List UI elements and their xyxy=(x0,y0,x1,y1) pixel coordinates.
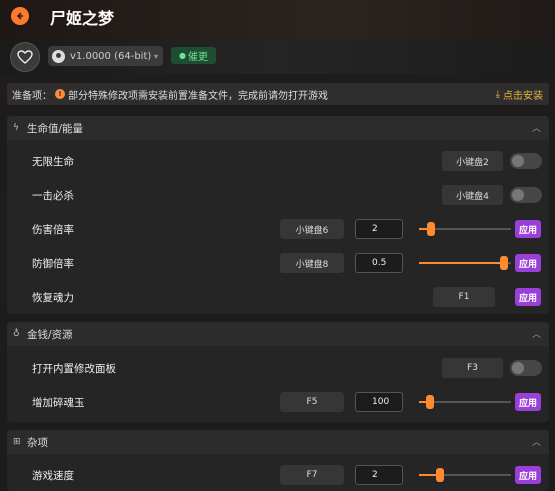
version-select[interactable]: v1.0000 (64-bit) ▾ xyxy=(48,46,163,66)
warning-icon: ! xyxy=(55,89,65,99)
section-header-health[interactable]: ϟ 生命值/能量 ︿ xyxy=(7,116,549,140)
update-request-button[interactable]: ● 催更 xyxy=(171,47,216,64)
apply-button[interactable]: 应用 xyxy=(515,466,541,484)
row-one-hit-kill: 一击必杀 小键盘4 xyxy=(7,179,549,212)
install-link[interactable]: ⤓ 点击安装 xyxy=(496,87,543,102)
hotkey-button[interactable]: 小键盘8 xyxy=(280,253,344,273)
toggle-knob xyxy=(512,189,524,201)
hotkey-button[interactable]: 小键盘4 xyxy=(442,185,503,205)
hotkey-button[interactable]: 小键盘6 xyxy=(280,219,344,239)
value-slider[interactable] xyxy=(419,222,511,236)
steam-icon xyxy=(52,49,65,63)
hotkey-button[interactable]: F7 xyxy=(280,465,344,485)
value-slider[interactable] xyxy=(419,256,511,270)
slider-thumb[interactable] xyxy=(500,256,508,270)
slider-thumb[interactable] xyxy=(427,222,435,236)
section-header-money[interactable]: ♁ 金钱/资源 ︿ xyxy=(7,322,549,346)
section-title: 生命值/能量 xyxy=(27,122,84,135)
slider-fill xyxy=(419,262,504,264)
value-slider[interactable] xyxy=(419,468,511,482)
apply-button[interactable]: 应用 xyxy=(515,288,541,306)
hotkey-button[interactable]: 小键盘2 xyxy=(442,151,503,171)
row-open-panel: 打开内置修改面板 F3 xyxy=(7,352,549,385)
row-label: 一击必杀 xyxy=(32,190,74,202)
apply-button[interactable]: 应用 xyxy=(515,220,541,238)
row-label: 打开内置修改面板 xyxy=(32,363,116,375)
favorite-button[interactable] xyxy=(10,42,40,72)
slider-thumb[interactable] xyxy=(436,468,444,482)
back-arrow-icon xyxy=(16,12,23,20)
row-label: 增加碎魂玉 xyxy=(32,397,85,409)
update-badge-label: 催更 xyxy=(187,52,208,63)
value-input[interactable]: 0.5 xyxy=(355,253,403,273)
prep-message: 部分特殊修改项需安装前置准备文件，完成前请勿打开游戏 xyxy=(68,90,328,102)
lightning-icon: ϟ xyxy=(13,123,19,133)
row-label: 防御倍率 xyxy=(32,258,74,270)
row-damage-multiplier: 伤害倍率 小键盘6 2 应用 xyxy=(7,213,549,246)
section-money: ♁ 金钱/资源 ︿ 打开内置修改面板 F3 增加碎魂玉 F5 100 应用 xyxy=(7,322,549,422)
chevron-down-icon: ▾ xyxy=(153,51,158,61)
section-title: 金钱/资源 xyxy=(27,328,73,341)
row-label: 游戏速度 xyxy=(32,470,74,482)
prep-bar: 准备项： ! 部分特殊修改项需安装前置准备文件，完成前请勿打开游戏 ⤓ 点击安装 xyxy=(7,83,549,105)
heart-icon xyxy=(17,50,33,64)
toggle-knob xyxy=(512,155,524,167)
hotkey-button[interactable]: F5 xyxy=(280,392,344,412)
value-input[interactable]: 2 xyxy=(355,465,403,485)
back-button[interactable] xyxy=(11,7,29,25)
value-input[interactable]: 100 xyxy=(355,392,403,412)
toggle-switch[interactable] xyxy=(510,187,542,203)
value-input[interactable]: 2 xyxy=(355,219,403,239)
download-icon: ⤓ xyxy=(495,89,500,100)
row-label: 伤害倍率 xyxy=(32,224,74,236)
hotkey-button[interactable]: F3 xyxy=(442,358,503,378)
apply-button[interactable]: 应用 xyxy=(515,393,541,411)
money-bag-icon: ♁ xyxy=(13,329,20,339)
apply-button[interactable]: 应用 xyxy=(515,254,541,272)
section-title: 杂项 xyxy=(27,436,48,449)
row-label: 恢复魂力 xyxy=(32,292,74,304)
install-link-label: 点击安装 xyxy=(503,91,543,102)
section-health: ϟ 生命值/能量 ︿ 无限生命 小键盘2 一击必杀 小键盘4 伤害倍率 小键盘6… xyxy=(7,116,549,314)
row-defense-multiplier: 防御倍率 小键盘8 0.5 应用 xyxy=(7,247,549,280)
chevron-up-icon[interactable]: ︿ xyxy=(532,121,541,134)
chevron-up-icon[interactable]: ︿ xyxy=(532,435,541,448)
version-label: v1.0000 (64-bit) xyxy=(70,50,152,62)
slider-thumb[interactable] xyxy=(426,395,434,409)
page-title: 尸姬之梦 xyxy=(50,9,115,28)
row-infinite-health: 无限生命 小键盘2 xyxy=(7,145,549,178)
row-restore-soul: 恢复魂力 F1 应用 xyxy=(7,281,549,314)
row-game-speed: 游戏速度 F7 2 应用 xyxy=(7,459,549,491)
chevron-up-icon[interactable]: ︿ xyxy=(532,327,541,340)
title-bar: 尸姬之梦 xyxy=(0,0,555,40)
hotkey-button[interactable]: F1 xyxy=(433,287,495,307)
value-slider[interactable] xyxy=(419,395,511,409)
toggle-switch[interactable] xyxy=(510,360,542,376)
row-add-soul-jade: 增加碎魂玉 F5 100 应用 xyxy=(7,386,549,419)
row-label: 无限生命 xyxy=(32,156,74,168)
section-misc: ⊞ 杂项 ︿ 游戏速度 F7 2 应用 xyxy=(7,430,549,491)
prep-label: 准备项： xyxy=(12,90,52,102)
grid-icon: ⊞ xyxy=(13,437,21,447)
bell-icon: ● xyxy=(179,51,186,60)
toggle-switch[interactable] xyxy=(510,153,542,169)
toggle-knob xyxy=(512,362,524,374)
section-header-misc[interactable]: ⊞ 杂项 ︿ xyxy=(7,430,549,454)
